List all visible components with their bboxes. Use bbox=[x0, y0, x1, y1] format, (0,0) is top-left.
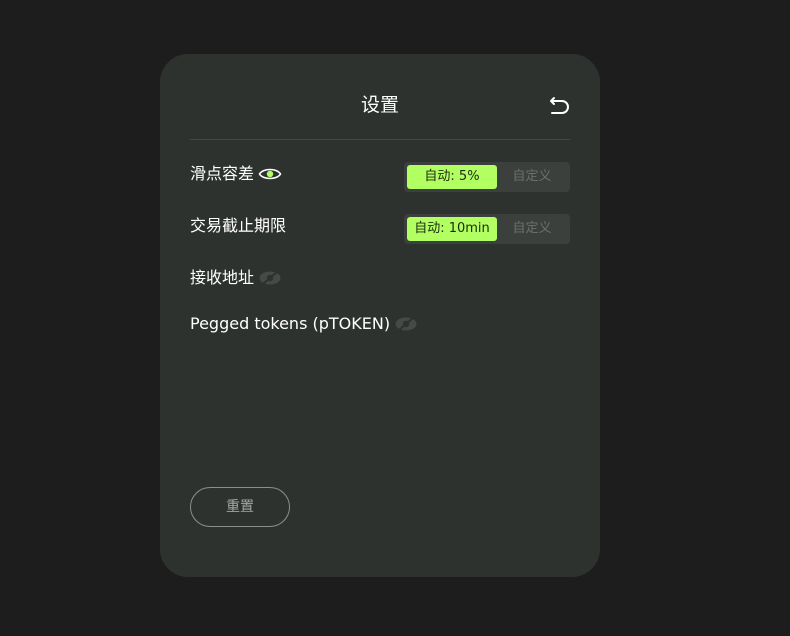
back-button[interactable] bbox=[548, 94, 572, 116]
pegged-row-label: Pegged tokens (pTOKEN) bbox=[190, 313, 418, 335]
slippage-custom-option[interactable]: 自定义 bbox=[497, 165, 567, 189]
deadline-label: 交易截止期限 bbox=[190, 216, 287, 235]
slippage-selector: 自动: 5% 自定义 bbox=[404, 162, 570, 192]
recipient-eye-button[interactable] bbox=[258, 270, 282, 286]
pegged-eye-button[interactable] bbox=[394, 316, 418, 332]
recipient-label: 接收地址 bbox=[190, 268, 255, 287]
eye-hidden-icon bbox=[395, 317, 417, 331]
deadline-selector: 自动: 10min 自定义 bbox=[404, 214, 570, 244]
slippage-label: 滑点容差 bbox=[190, 164, 255, 183]
slippage-auto-option[interactable]: 自动: 5% bbox=[407, 165, 497, 189]
header-divider bbox=[190, 139, 570, 140]
deadline-custom-option[interactable]: 自定义 bbox=[497, 217, 567, 241]
dialog-title: 设置 bbox=[360, 94, 399, 116]
eye-hidden-icon bbox=[259, 271, 281, 285]
slippage-eye-button[interactable] bbox=[258, 166, 282, 182]
pegged-label: Pegged tokens (pTOKEN) bbox=[190, 314, 391, 333]
recipient-row-label: 接收地址 bbox=[190, 267, 282, 289]
slippage-row-label: 滑点容差 bbox=[190, 163, 282, 185]
deadline-row-label: 交易截止期限 bbox=[190, 215, 286, 237]
deadline-auto-option[interactable]: 自动: 10min bbox=[407, 217, 497, 241]
undo-arrow-icon bbox=[550, 97, 569, 114]
settings-dialog: 设置 滑点容差 自动: 5% 自定义 交易截止期限 自动: 10min 自定义 … bbox=[160, 54, 600, 577]
eye-visible-icon bbox=[258, 168, 282, 180]
reset-button[interactable]: 重置 bbox=[190, 487, 290, 527]
